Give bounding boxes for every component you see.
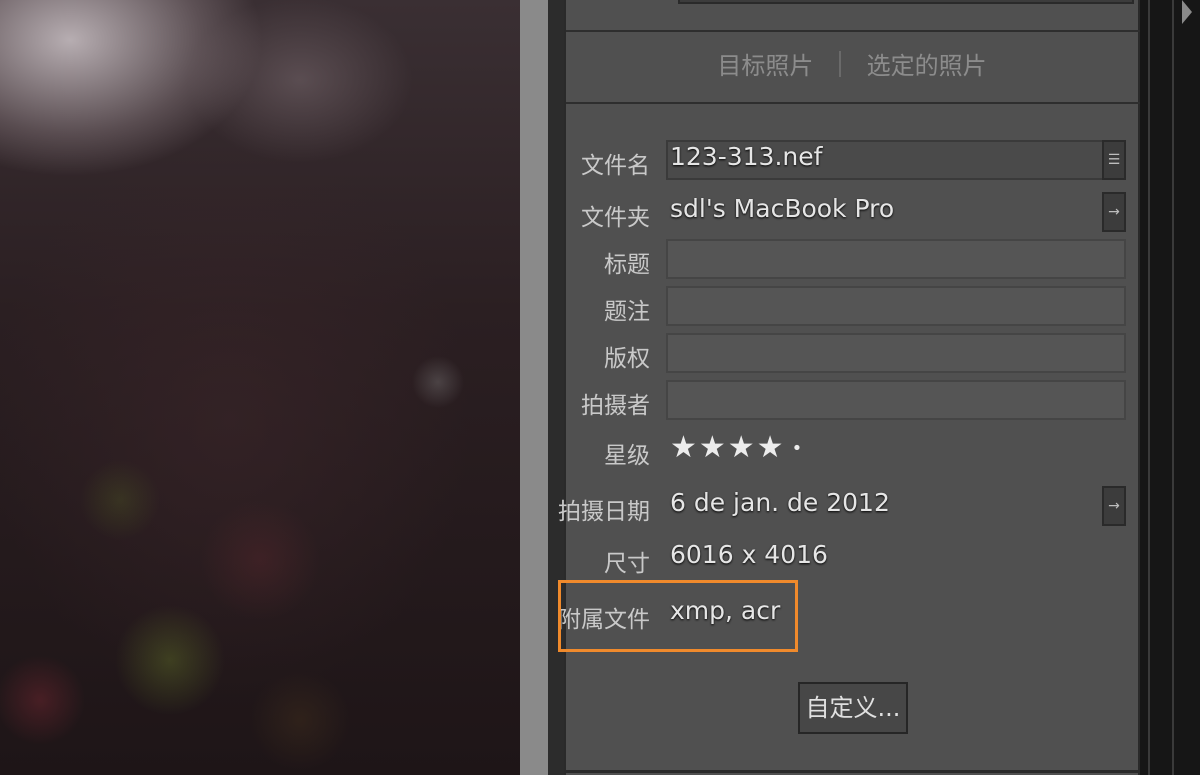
- panel-gutter: [548, 0, 564, 775]
- caption-label: 题注: [604, 299, 650, 325]
- tab-selected-photos[interactable]: 选定的照片: [867, 46, 987, 81]
- rating-stars[interactable]: ★★★★: [670, 430, 786, 465]
- title-field[interactable]: [666, 239, 1126, 279]
- divider: [566, 102, 1140, 104]
- caption-field[interactable]: [666, 286, 1126, 326]
- metadata-target-tabs: 目标照片 选定的照片: [566, 46, 1138, 81]
- row-title: 标题: [566, 237, 1138, 281]
- creator-label: 拍摄者: [581, 393, 650, 419]
- row-filename: 文件名 123-313.nef ☰: [566, 138, 1138, 182]
- tab-separator: [839, 50, 841, 77]
- capture-date-label: 拍摄日期: [558, 499, 650, 525]
- panel-divider[interactable]: [520, 0, 550, 775]
- list-icon[interactable]: ☰: [1102, 140, 1126, 180]
- copyright-label: 版权: [604, 346, 650, 372]
- filename-label: 文件名: [581, 153, 650, 179]
- row-rating: 星级 ★★★★ •: [566, 428, 1138, 472]
- row-folder: 文件夹 sdl's MacBook Pro →: [566, 190, 1138, 234]
- collapse-triangle-icon[interactable]: [1182, 0, 1192, 24]
- metadata-panel: 目标照片 选定的照片 文件名 123-313.nef ☰ 文件夹 sdl's M…: [558, 0, 1140, 775]
- tab-target-photo[interactable]: 目标照片: [717, 46, 813, 81]
- star-rating[interactable]: ★★★★ •: [670, 430, 804, 465]
- copyright-field[interactable]: [666, 333, 1126, 373]
- divider: [1172, 0, 1174, 775]
- filename-value: 123-313.nef: [670, 142, 823, 171]
- folder-label: 文件夹: [581, 205, 650, 231]
- customize-button[interactable]: 自定义...: [798, 682, 908, 734]
- row-creator: 拍摄者: [566, 378, 1138, 422]
- divider: [1148, 0, 1150, 775]
- dimensions-label: 尺寸: [604, 551, 650, 577]
- divider: [566, 30, 1140, 32]
- divider: [566, 770, 1140, 773]
- creator-field[interactable]: [666, 380, 1126, 420]
- go-to-folder-arrow-icon[interactable]: →: [1102, 192, 1126, 232]
- row-copyright: 版权: [566, 331, 1138, 375]
- capture-date-value: 6 de jan. de 2012: [670, 488, 890, 517]
- title-label: 标题: [604, 252, 650, 278]
- dimensions-value: 6016 x 4016: [670, 540, 828, 569]
- row-dimensions: 尺寸 6016 x 4016: [566, 536, 1138, 580]
- row-capture-date: 拍摄日期 6 de jan. de 2012 →: [558, 484, 1138, 528]
- top-field-edge: [678, 0, 1134, 4]
- go-to-date-arrow-icon[interactable]: →: [1102, 486, 1126, 526]
- folder-value: sdl's MacBook Pro: [670, 194, 895, 223]
- photo-preview: [0, 0, 520, 775]
- empty-star-dot[interactable]: •: [792, 438, 805, 459]
- highlight-box: [558, 580, 798, 652]
- rating-label: 星级: [604, 443, 650, 469]
- row-caption: 题注: [566, 284, 1138, 328]
